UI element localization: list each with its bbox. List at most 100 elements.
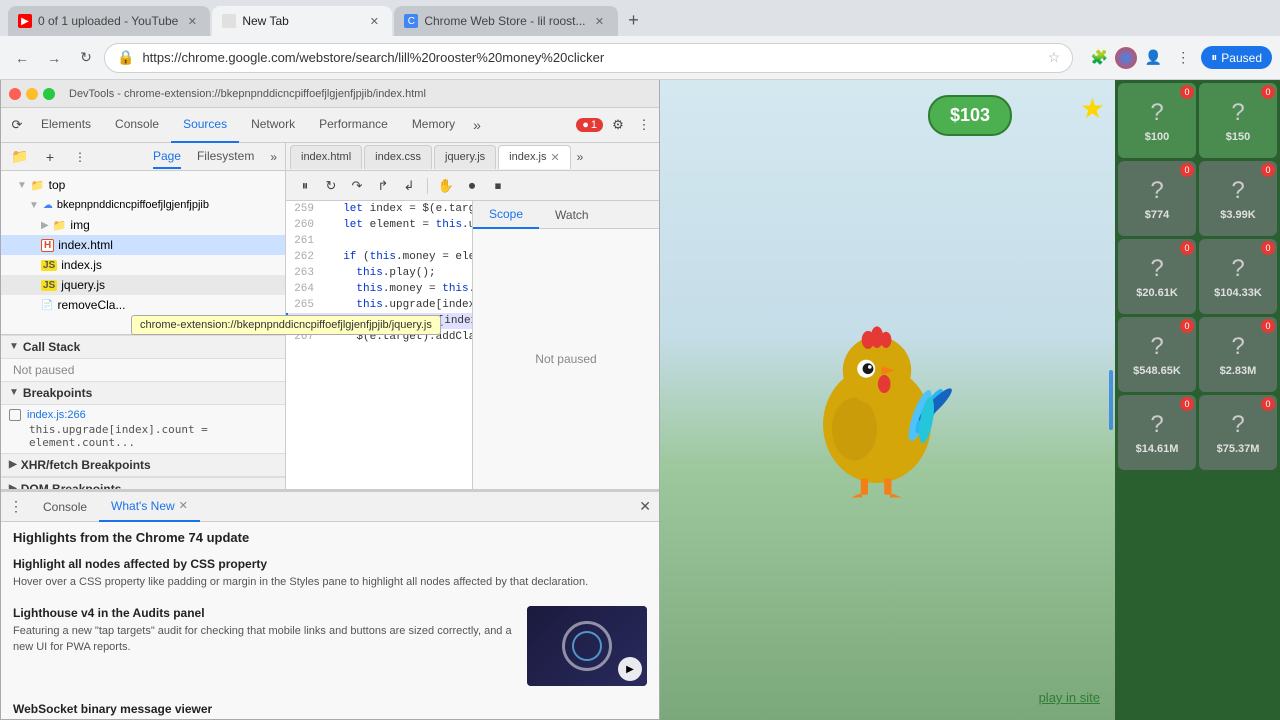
devtools-settings-icon[interactable]: ⚙ [607, 114, 629, 136]
upgrade-badge-1: 0 [1261, 85, 1275, 99]
blackbox-button[interactable]: ⏹ [487, 175, 509, 197]
tab-youtube-close[interactable]: ✕ [184, 13, 200, 29]
tab-newtab[interactable]: New Tab ✕ [212, 6, 392, 36]
money-button[interactable]: $103 [928, 95, 1012, 136]
console-close-button[interactable]: ✕ [639, 498, 651, 515]
pause-resume-button[interactable]: ⏸ [294, 175, 316, 197]
pause-on-exceptions-button[interactable]: ⏺ [461, 175, 483, 197]
step-over-button[interactable]: ↻ [320, 175, 342, 197]
file-tree-indexjs[interactable]: JS index.js [1, 255, 285, 275]
tab-network[interactable]: Network [239, 108, 307, 143]
refresh-icon[interactable]: ⋮ [69, 146, 91, 168]
call-stack-header[interactable]: ▼ Call Stack [1, 335, 285, 359]
whatsnew-tab-close[interactable]: ✕ [179, 499, 188, 512]
upgrade-card-8[interactable]: 0 ? $14.61M [1118, 395, 1196, 470]
upgrade-card-3[interactable]: 0 ? $3.99K [1199, 161, 1277, 236]
subtab-page[interactable]: Page [153, 145, 181, 169]
feature-item-2: WebSocket binary message viewer [13, 702, 647, 719]
tab-performance[interactable]: Performance [307, 108, 400, 143]
breakpoint-checkbox[interactable] [9, 409, 21, 421]
scope-watch-area: Scope Watch Not paused [472, 201, 659, 489]
expand-icon: ▼ [17, 180, 27, 191]
navigator-icon[interactable]: 📁 [9, 146, 31, 168]
breakpoint-file[interactable]: index.js:266 [27, 409, 86, 421]
subtabs-more[interactable]: » [270, 150, 277, 164]
forward-button[interactable]: → [40, 44, 68, 72]
devtools-menu-icon[interactable]: ⟳ [5, 114, 29, 136]
file-tab-jqueryjs[interactable]: jquery.js [434, 145, 496, 169]
star-icon[interactable]: ★ [1080, 92, 1105, 125]
console-tab-whatsnew[interactable]: What's New ✕ [99, 492, 200, 522]
reload-button[interactable]: ↻ [72, 44, 100, 72]
scope-tab[interactable]: Scope [473, 201, 539, 229]
upgrade-card-0[interactable]: 0 ? $100 [1118, 83, 1196, 158]
step-out-button[interactable]: ↱ [372, 175, 394, 197]
file-tree-top[interactable]: ▼ 📁 top [1, 175, 285, 195]
sources-panel-area: 📁 + ⋮ Page Filesystem » ▼ 📁 top [1, 143, 659, 489]
upgrade-badge-0: 0 [1180, 85, 1194, 99]
tab-memory[interactable]: Memory [400, 108, 467, 143]
tab-console[interactable]: Console [103, 108, 171, 143]
step-button[interactable]: ↲ [398, 175, 420, 197]
file-tabs-more[interactable]: » [573, 150, 588, 164]
paused-badge[interactable]: ⏸ Paused [1201, 46, 1272, 69]
call-stack-label: Call Stack [23, 340, 80, 354]
xhr-header[interactable]: ▶ XHR/fetch Breakpoints [1, 453, 285, 477]
file-tab-indexjs[interactable]: index.js ✕ [498, 145, 571, 169]
debug-separator1 [427, 178, 428, 194]
profile-icon[interactable]: 👤 [1139, 44, 1167, 72]
upgrade-card-1[interactable]: 0 ? $150 [1199, 83, 1277, 158]
upgrade-icon-9: ? [1231, 411, 1244, 439]
subtab-filesystem[interactable]: Filesystem [197, 145, 254, 169]
upgrade-icon-2: ? [1150, 177, 1163, 205]
tab-newtab-title: New Tab [242, 14, 360, 28]
settings-icon[interactable]: ⋮ [1169, 44, 1197, 72]
upgrade-card-4[interactable]: 0 ? $20.61K [1118, 239, 1196, 314]
watch-tab[interactable]: Watch [539, 201, 605, 229]
code-view[interactable]: 259 let index = $(e.target).attr('data-i… [286, 201, 472, 489]
console-menu-icon[interactable]: ⋮ [9, 498, 23, 515]
upgrade-card-5[interactable]: 0 ? $104.33K [1199, 239, 1277, 314]
expand-icon2: ▼ [29, 200, 39, 211]
maximize-window-button[interactable] [43, 88, 55, 100]
tab-youtube[interactable]: ▶ 0 of 1 uploaded - YouTube ✕ [8, 6, 210, 36]
activate-breakpoints-button[interactable]: ✋ [435, 175, 457, 197]
tab-sources[interactable]: Sources [171, 108, 239, 143]
back-button[interactable]: ← [8, 44, 36, 72]
tab-chrome-store-close[interactable]: ✕ [592, 13, 608, 29]
devtools-title: DevTools - chrome-extension://bkepnpnddi… [69, 88, 426, 100]
devtools-more-icon[interactable]: ⋮ [633, 114, 655, 136]
minimize-window-button[interactable] [26, 88, 38, 100]
upgrade-price-3: $3.99K [1220, 209, 1255, 221]
tab-elements[interactable]: Elements [29, 108, 103, 143]
star-bookmark-icon[interactable]: ☆ [1048, 49, 1061, 66]
file-tab-indexcss[interactable]: index.css [364, 145, 432, 169]
file-tree-panel: 📁 + ⋮ Page Filesystem » ▼ 📁 top [1, 143, 286, 489]
dom-header[interactable]: ▶ DOM Breakpoints [1, 477, 285, 490]
play-in-site-link[interactable]: play in site [1039, 690, 1100, 705]
upgrade-card-9[interactable]: 0 ? $75.37M [1199, 395, 1277, 470]
chicken-container[interactable] [787, 298, 967, 503]
address-bar[interactable]: 🔒 https://chrome.google.com/webstore/sea… [104, 43, 1073, 73]
tab-chrome-store[interactable]: C Chrome Web Store - lil roost... ✕ [394, 6, 617, 36]
close-window-button[interactable] [9, 88, 21, 100]
new-file-icon[interactable]: + [39, 146, 61, 168]
file-tree-img[interactable]: ▶ 📁 img [1, 215, 285, 235]
extensions-icon[interactable]: 🧩 [1085, 44, 1113, 72]
file-tree-jqueryjs[interactable]: JS jquery.js [1, 275, 285, 295]
file-tree-removecla[interactable]: 📄 removeCla... [1, 295, 285, 315]
file-tree-extension[interactable]: ▼ ☁ bkepnpnddicncpiffoefjlgjenfjpjib [1, 195, 285, 215]
upgrade-card-7[interactable]: 0 ? $2.83M [1199, 317, 1277, 392]
file-tree-indexhtml[interactable]: H index.html [1, 235, 285, 255]
upgrade-card-2[interactable]: 0 ? $774 [1118, 161, 1196, 236]
chrome-icon1[interactable] [1115, 47, 1137, 69]
new-tab-button[interactable]: + [620, 6, 648, 34]
file-tab-indexjs-close[interactable]: ✕ [550, 151, 559, 164]
more-tabs-icon[interactable]: » [467, 117, 487, 133]
step-into-button[interactable]: ↷ [346, 175, 368, 197]
file-tab-indexhtml[interactable]: index.html [290, 145, 362, 169]
tab-newtab-close[interactable]: ✕ [366, 13, 382, 29]
upgrade-card-6[interactable]: 0 ? $548.65K [1118, 317, 1196, 392]
console-tab-console[interactable]: Console [31, 492, 99, 522]
breakpoints-header[interactable]: ▼ Breakpoints [1, 381, 285, 405]
